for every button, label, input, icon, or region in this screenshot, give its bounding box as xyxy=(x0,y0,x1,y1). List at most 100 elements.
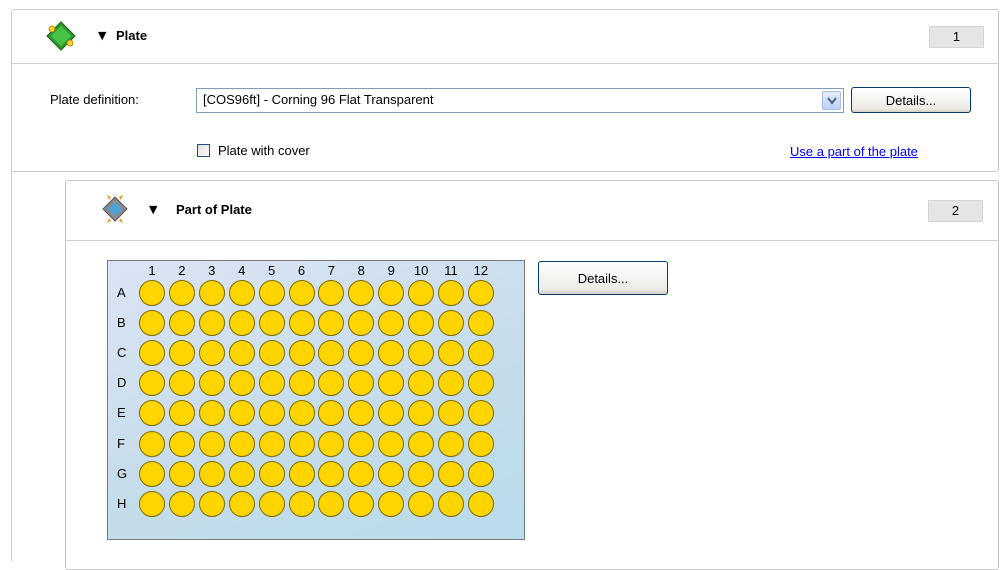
plate-map[interactable]: 1 2 3 4 5 6 7 8 9 10 11 12 A B C D E F G H xyxy=(107,260,525,540)
plate-well-F1[interactable] xyxy=(139,430,165,457)
plate-well-B12[interactable] xyxy=(467,310,494,337)
plate-well-E8[interactable] xyxy=(348,400,375,427)
plate-well-A9[interactable] xyxy=(378,280,405,306)
plate-well-D2[interactable] xyxy=(168,370,195,397)
plate-well-A11[interactable] xyxy=(438,280,464,306)
plate-well-A6[interactable] xyxy=(288,280,315,306)
plate-well-D7[interactable] xyxy=(318,370,345,397)
plate-well-C5[interactable] xyxy=(258,340,285,367)
plate-well-E4[interactable] xyxy=(228,400,255,427)
chevron-down-icon[interactable] xyxy=(822,91,841,110)
use-part-of-plate-link[interactable]: Use a part of the plate xyxy=(790,144,918,159)
plate-well-A8[interactable] xyxy=(348,280,375,306)
plate-well-H12[interactable] xyxy=(467,490,494,517)
plate-well-F3[interactable] xyxy=(198,430,225,457)
plate-well-B1[interactable] xyxy=(139,310,165,337)
plate-well-G10[interactable] xyxy=(408,460,435,487)
plate-well-D3[interactable] xyxy=(198,370,225,397)
plate-well-H3[interactable] xyxy=(198,490,225,517)
plate-definition-select[interactable]: [COS96ft] - Corning 96 Flat Transparent xyxy=(196,88,844,113)
plate-well-E2[interactable] xyxy=(168,400,195,427)
plate-well-F6[interactable] xyxy=(288,430,315,457)
plate-well-D4[interactable] xyxy=(228,370,255,397)
plate-well-C12[interactable] xyxy=(467,340,494,367)
plate-well-A5[interactable] xyxy=(258,280,285,306)
plate-well-G7[interactable] xyxy=(318,460,345,487)
plate-well-D1[interactable] xyxy=(139,370,165,397)
plate-well-E5[interactable] xyxy=(258,400,285,427)
plate-well-C7[interactable] xyxy=(318,340,345,367)
triangle-down-icon[interactable]: ▼ xyxy=(149,203,157,216)
plate-well-C3[interactable] xyxy=(198,340,225,367)
plate-well-A3[interactable] xyxy=(198,280,225,306)
plate-well-A4[interactable] xyxy=(228,280,255,306)
plate-well-D12[interactable] xyxy=(467,370,494,397)
plate-well-D11[interactable] xyxy=(438,370,464,397)
plate-well-C4[interactable] xyxy=(228,340,255,367)
plate-well-B4[interactable] xyxy=(228,310,255,337)
plate-well-D10[interactable] xyxy=(408,370,435,397)
plate-well-D6[interactable] xyxy=(288,370,315,397)
plate-well-F11[interactable] xyxy=(438,430,464,457)
plate-well-F12[interactable] xyxy=(467,430,494,457)
plate-well-D5[interactable] xyxy=(258,370,285,397)
plate-well-H2[interactable] xyxy=(168,490,195,517)
plate-well-H4[interactable] xyxy=(228,490,255,517)
plate-well-H5[interactable] xyxy=(258,490,285,517)
plate-well-F9[interactable] xyxy=(378,430,405,457)
plate-well-H10[interactable] xyxy=(408,490,435,517)
plate-well-E9[interactable] xyxy=(378,400,405,427)
part-of-plate-header[interactable]: ▼ Part of Plate 2 xyxy=(66,181,998,241)
plate-well-C2[interactable] xyxy=(168,340,195,367)
plate-well-F7[interactable] xyxy=(318,430,345,457)
plate-well-F8[interactable] xyxy=(348,430,375,457)
plate-well-G5[interactable] xyxy=(258,460,285,487)
plate-well-H8[interactable] xyxy=(348,490,375,517)
plate-well-C8[interactable] xyxy=(348,340,375,367)
plate-well-C6[interactable] xyxy=(288,340,315,367)
plate-well-B2[interactable] xyxy=(168,310,195,337)
plate-well-F2[interactable] xyxy=(168,430,195,457)
plate-well-A2[interactable] xyxy=(168,280,195,306)
plate-well-A10[interactable] xyxy=(408,280,435,306)
plate-well-B5[interactable] xyxy=(258,310,285,337)
plate-well-H7[interactable] xyxy=(318,490,345,517)
plate-well-G9[interactable] xyxy=(378,460,405,487)
plate-well-C10[interactable] xyxy=(408,340,435,367)
plate-well-F5[interactable] xyxy=(258,430,285,457)
plate-well-A12[interactable] xyxy=(467,280,494,306)
plate-well-B10[interactable] xyxy=(408,310,435,337)
plate-well-E3[interactable] xyxy=(198,400,225,427)
plate-well-G6[interactable] xyxy=(288,460,315,487)
plate-details-button[interactable]: Details... xyxy=(851,87,971,113)
plate-well-H1[interactable] xyxy=(139,490,165,517)
plate-well-B9[interactable] xyxy=(378,310,405,337)
plate-well-G8[interactable] xyxy=(348,460,375,487)
plate-panel-header[interactable]: ▼ Plate 1 xyxy=(12,10,998,64)
plate-well-B6[interactable] xyxy=(288,310,315,337)
plate-well-G12[interactable] xyxy=(467,460,494,487)
plate-well-B8[interactable] xyxy=(348,310,375,337)
plate-well-D8[interactable] xyxy=(348,370,375,397)
plate-well-D9[interactable] xyxy=(378,370,405,397)
plate-well-B11[interactable] xyxy=(438,310,464,337)
plate-well-C1[interactable] xyxy=(139,340,165,367)
plate-well-A1[interactable] xyxy=(139,280,165,306)
plate-well-B7[interactable] xyxy=(318,310,345,337)
plate-well-G1[interactable] xyxy=(139,460,165,487)
plate-well-C9[interactable] xyxy=(378,340,405,367)
plate-well-H11[interactable] xyxy=(438,490,464,517)
plate-well-G2[interactable] xyxy=(168,460,195,487)
part-details-button[interactable]: Details... xyxy=(538,261,668,295)
plate-well-H6[interactable] xyxy=(288,490,315,517)
plate-with-cover-checkbox[interactable] xyxy=(197,144,210,157)
plate-well-E10[interactable] xyxy=(408,400,435,427)
triangle-down-icon[interactable]: ▼ xyxy=(98,29,106,42)
plate-well-A7[interactable] xyxy=(318,280,345,306)
plate-well-G3[interactable] xyxy=(198,460,225,487)
plate-well-C11[interactable] xyxy=(438,340,464,367)
plate-well-E1[interactable] xyxy=(139,400,165,427)
plate-well-H9[interactable] xyxy=(378,490,405,517)
plate-well-E12[interactable] xyxy=(467,400,494,427)
plate-well-F4[interactable] xyxy=(228,430,255,457)
